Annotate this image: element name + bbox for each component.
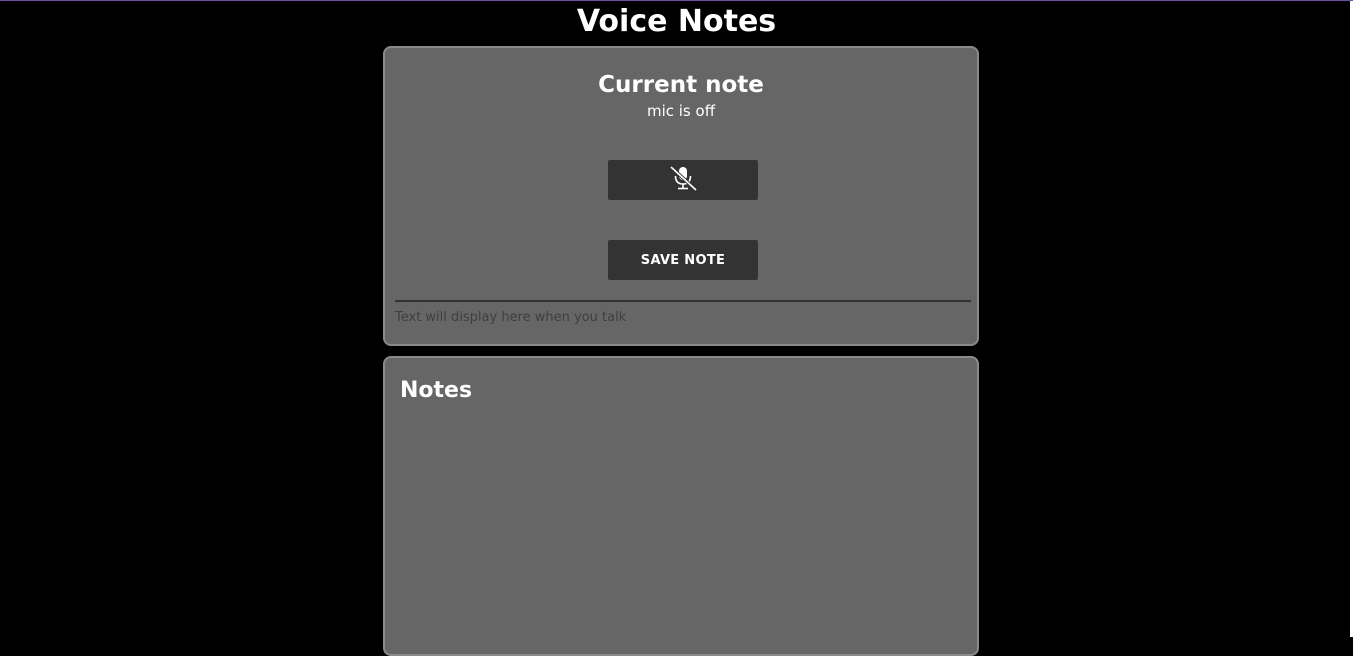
window-top-border: [0, 0, 1353, 1]
notes-card: Notes: [383, 356, 979, 656]
current-note-card: Current note mic is off SAVE NOTE Text w…: [383, 46, 979, 346]
current-note-title: Current note: [598, 72, 764, 98]
save-note-button[interactable]: SAVE NOTE: [608, 240, 758, 280]
mic-toggle-button[interactable]: [608, 160, 758, 200]
mic-status-text: mic is off: [646, 102, 716, 120]
transcript-divider: [395, 300, 971, 302]
transcript-text: Text will display here when you talk: [395, 310, 627, 325]
app-title: Voice Notes: [576, 4, 777, 39]
notes-title: Notes: [400, 378, 473, 403]
microphone-off-icon: [666, 165, 700, 196]
